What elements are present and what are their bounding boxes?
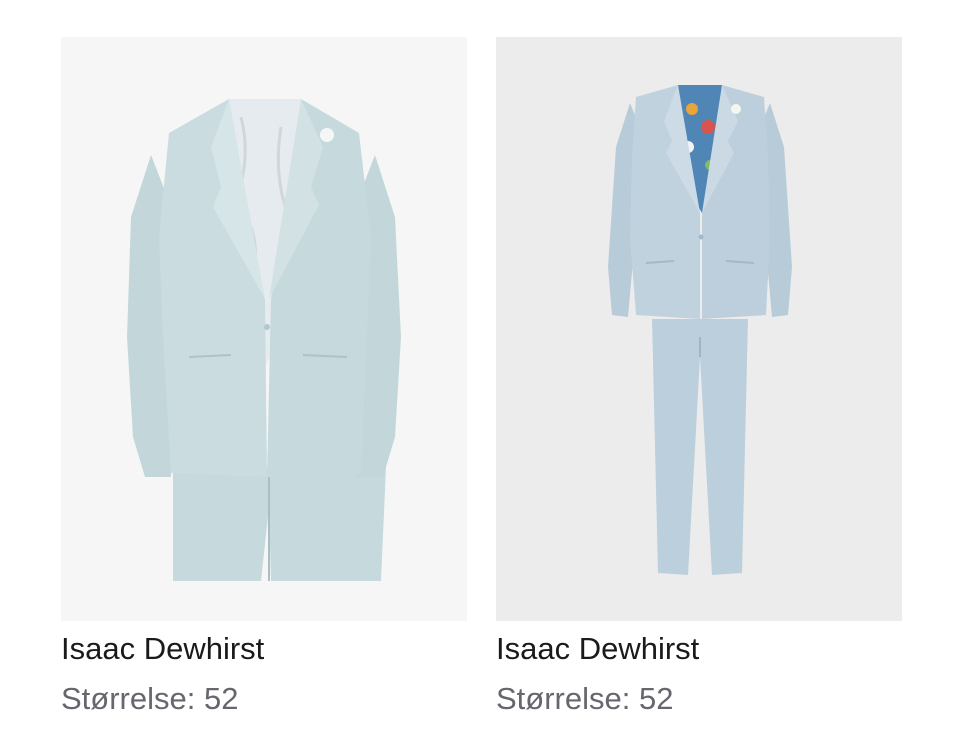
product-card[interactable]: Isaac Dewhirst Størrelse: 52 — [496, 37, 902, 719]
product-image[interactable] — [496, 37, 902, 621]
product-brand: Isaac Dewhirst — [496, 631, 700, 666]
product-brand: Isaac Dewhirst — [61, 631, 265, 666]
product-size: Størrelse: 52 — [61, 681, 239, 716]
product-card[interactable]: Isaac Dewhirst Størrelse: 52 — [61, 37, 467, 719]
suit-image-2 — [608, 85, 792, 575]
product-image[interactable] — [61, 37, 467, 621]
suit-image-1 — [127, 99, 401, 581]
product-size: Størrelse: 52 — [496, 681, 674, 716]
product-grid: Isaac Dewhirst Størrelse: 52 Isaac Dewhi… — [0, 0, 960, 742]
